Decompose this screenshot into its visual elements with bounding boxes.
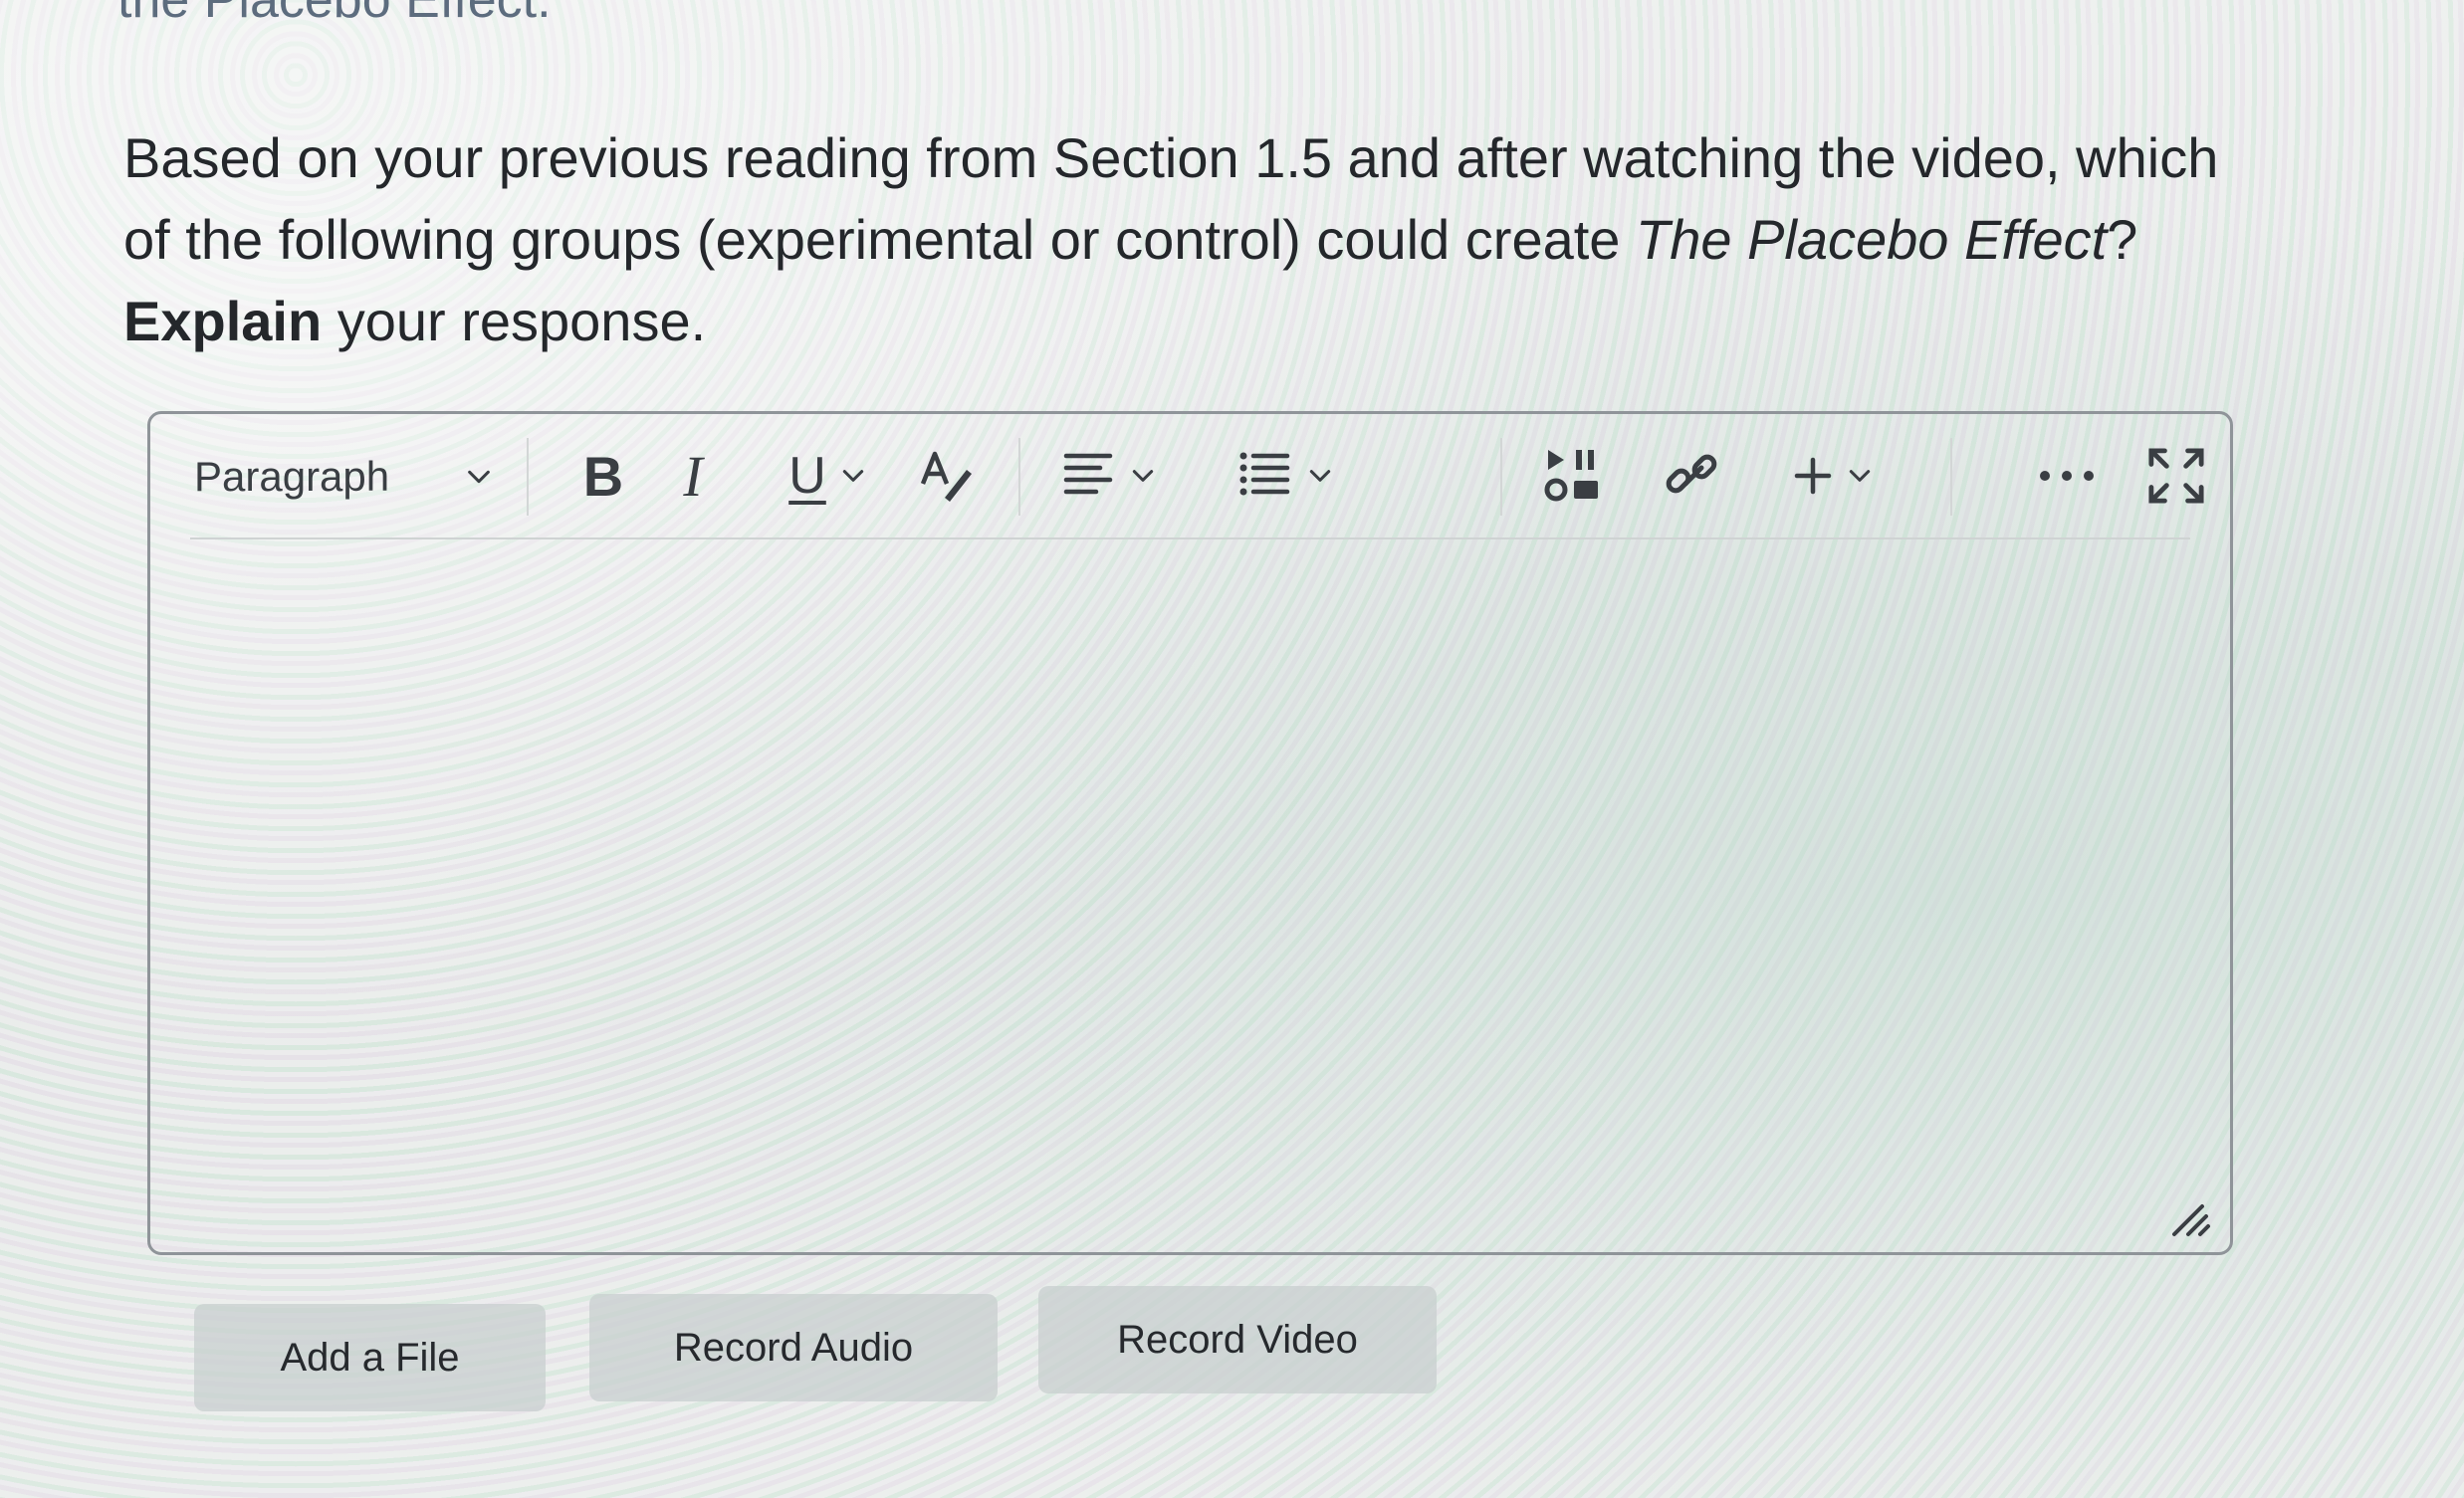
insert-button[interactable] xyxy=(1773,444,1893,508)
bold-icon: B xyxy=(582,444,624,508)
editor-toolbar: Paragraph B I U xyxy=(150,414,2230,538)
paragraph-format-select[interactable]: Paragraph xyxy=(194,452,493,502)
bold-button[interactable]: B xyxy=(568,444,638,508)
question-line-1: Based on your previous reading from Sect… xyxy=(123,126,2219,189)
toolbar-separator xyxy=(527,438,529,516)
media-button[interactable] xyxy=(1534,444,1614,508)
record-audio-label: Record Audio xyxy=(673,1325,914,1370)
question-line-2: of the following groups (experimental or… xyxy=(123,199,2274,281)
toolbar-separator xyxy=(1018,438,1020,516)
plus-icon xyxy=(1794,457,1832,495)
list-button[interactable] xyxy=(1226,444,1345,508)
question-line-2-end: ? xyxy=(2107,208,2138,271)
chevron-down-icon xyxy=(1849,470,1871,482)
list-icon xyxy=(1239,452,1290,496)
rich-text-editor: Paragraph B I U xyxy=(147,411,2233,1255)
record-video-label: Record Video xyxy=(1117,1317,1358,1362)
chevron-down-icon xyxy=(1132,470,1154,482)
toolbar-divider xyxy=(190,537,2190,539)
more-icon xyxy=(2040,471,2094,481)
question-placebo-term: The Placebo Effect xyxy=(1636,208,2108,271)
chevron-down-icon xyxy=(842,470,863,482)
question-explain-word: Explain xyxy=(123,290,323,352)
underline-icon: U xyxy=(788,447,826,505)
link-icon xyxy=(1666,454,1717,494)
fullscreen-button[interactable] xyxy=(2131,444,2221,508)
question-line-3: Explain your response. xyxy=(123,281,2274,362)
add-file-label: Add a File xyxy=(280,1335,460,1380)
toolbar-separator xyxy=(1950,438,1952,516)
italic-button[interactable]: I xyxy=(658,443,728,509)
previous-section-heading: the Placebo Effect. xyxy=(117,0,552,29)
resize-handle-icon[interactable] xyxy=(2168,1198,2212,1238)
chevron-down-icon xyxy=(468,470,490,484)
more-options-button[interactable] xyxy=(2022,444,2112,508)
record-audio-button[interactable]: Record Audio xyxy=(589,1294,998,1401)
text-style-icon xyxy=(920,451,972,502)
align-button[interactable] xyxy=(1048,444,1168,508)
fullscreen-icon xyxy=(2148,448,2204,504)
align-icon xyxy=(1063,453,1113,495)
underline-button[interactable]: U xyxy=(768,444,887,508)
link-button[interactable] xyxy=(1654,444,1733,508)
question-line-3-text: your response. xyxy=(322,290,707,352)
chevron-down-icon xyxy=(1309,470,1331,482)
record-video-button[interactable]: Record Video xyxy=(1038,1286,1437,1393)
italic-icon: I xyxy=(683,443,703,509)
toolbar-separator xyxy=(1500,438,1502,516)
text-style-button[interactable] xyxy=(907,444,987,508)
question-line-2-text: of the following groups (experimental or… xyxy=(123,208,1636,271)
question-prompt: Based on your previous reading from Sect… xyxy=(123,117,2274,362)
format-select-value: Paragraph xyxy=(194,453,390,500)
add-file-button[interactable]: Add a File xyxy=(194,1304,546,1411)
response-text-area[interactable] xyxy=(188,541,2192,1249)
media-icon xyxy=(1544,450,1598,502)
